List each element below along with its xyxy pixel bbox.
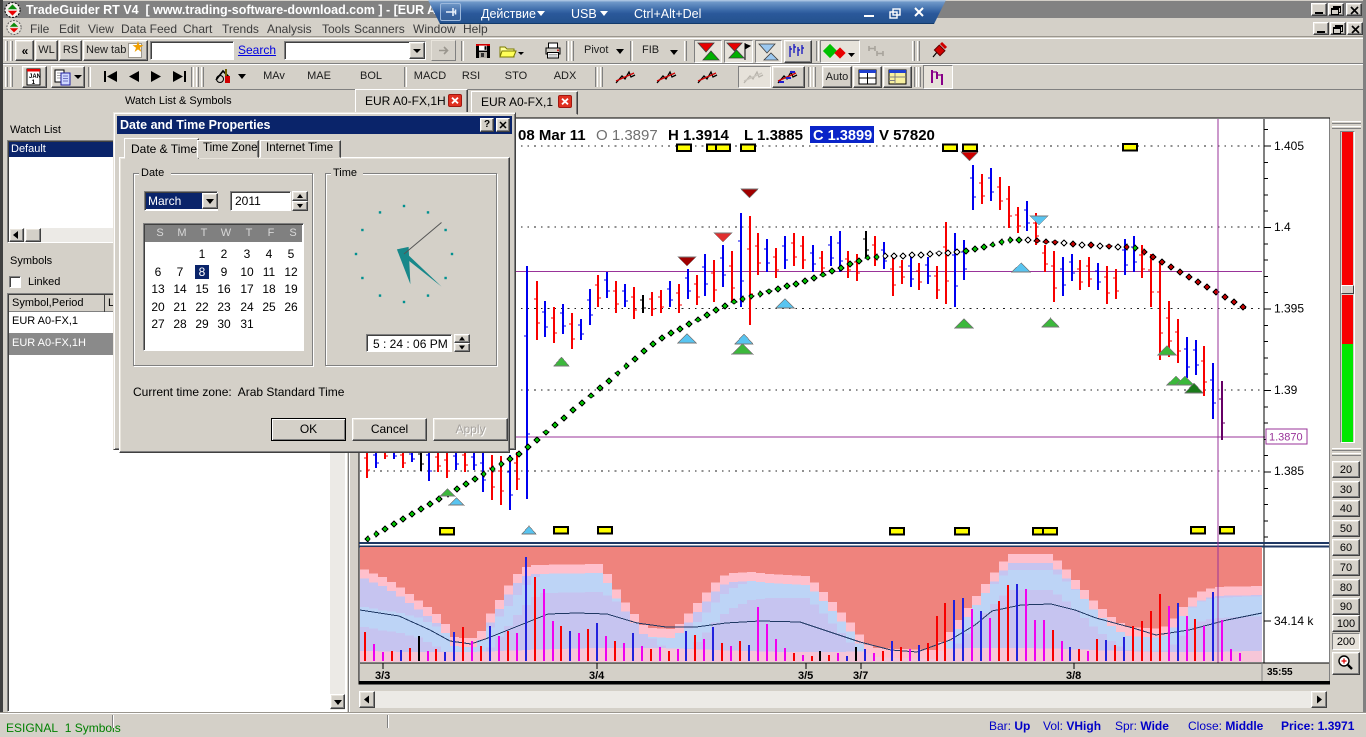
svg-text:1.385: 1.385 [1274,464,1304,478]
svg-text:1.3870: 1.3870 [1269,432,1303,444]
svg-text:3/8: 3/8 [1066,670,1081,682]
svg-text:3/4: 3/4 [589,670,605,682]
svg-text:3/7: 3/7 [853,670,868,682]
svg-text:H 1.3914: H 1.3914 [668,127,730,144]
svg-text:L 1.3885: L 1.3885 [744,127,803,144]
svg-text:35:55: 35:55 [1267,667,1293,678]
svg-text:C 1.3899: C 1.3899 [813,128,872,144]
svg-text:34.14 k: 34.14 k [1274,614,1314,628]
svg-text:V 57820: V 57820 [879,127,935,144]
svg-text:1.39: 1.39 [1274,383,1298,397]
svg-text:1.4: 1.4 [1274,220,1291,234]
svg-text:3/5: 3/5 [798,670,813,682]
svg-text:1.405: 1.405 [1274,139,1304,153]
svg-text:08 Mar 11: 08 Mar 11 [518,127,586,144]
svg-text:O 1.3897: O 1.3897 [596,127,658,144]
svg-text:3/3: 3/3 [375,670,390,682]
svg-text:1.395: 1.395 [1274,302,1304,316]
